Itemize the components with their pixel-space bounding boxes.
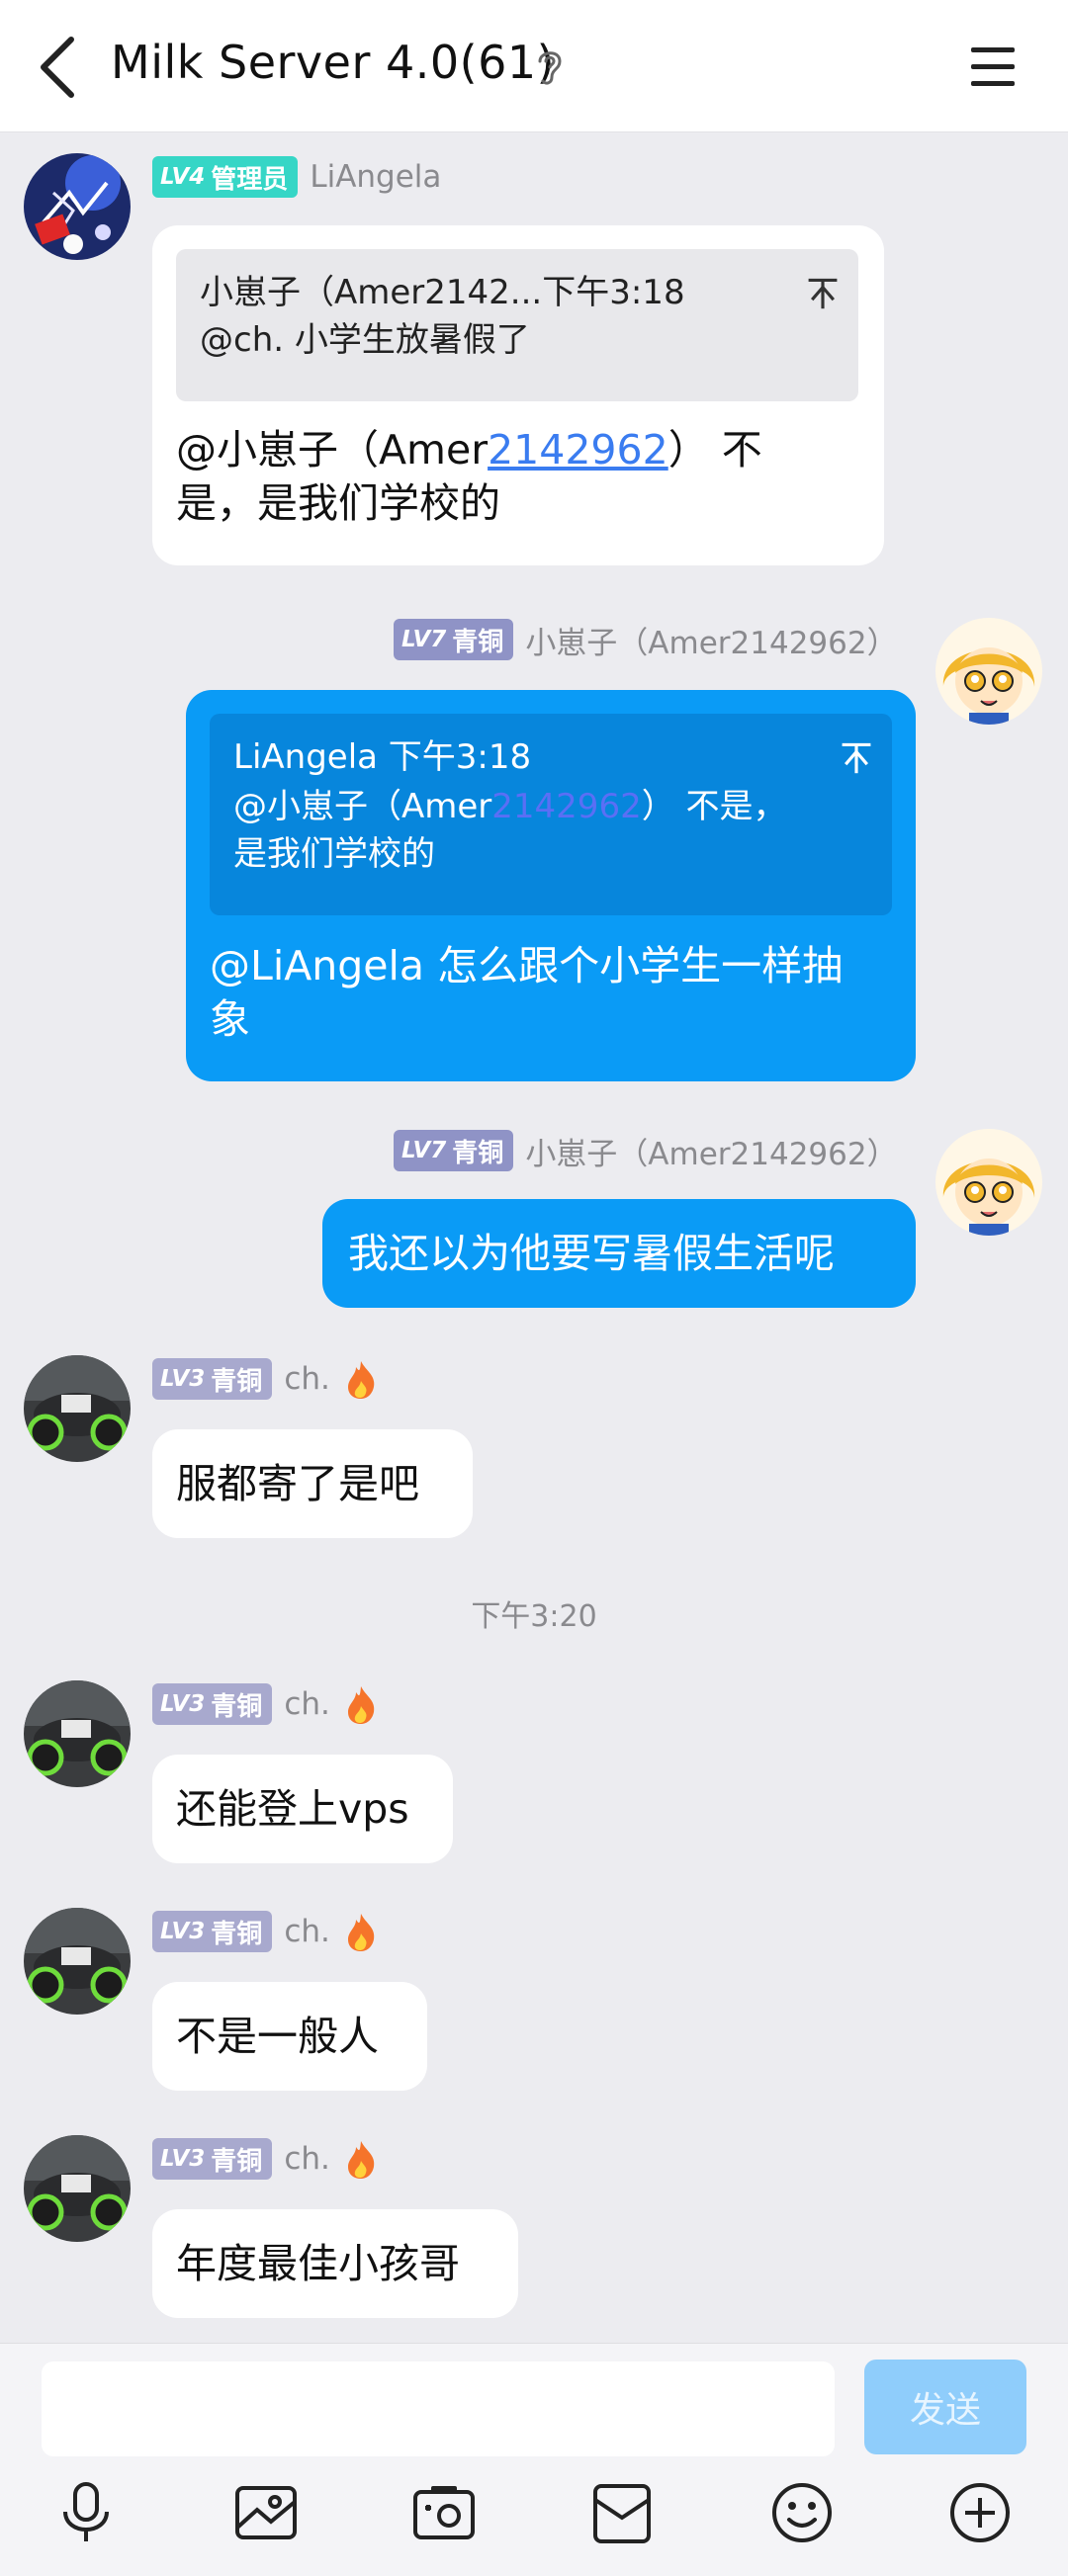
quote-sender-time: 小崽子（Amer2142...下午3:18	[200, 273, 685, 312]
level-badge: LV3 青铜	[152, 1358, 273, 1400]
level-badge: LV3 青铜	[152, 1911, 273, 1952]
send-button[interactable]: 发送	[864, 2360, 1026, 2454]
ear-icon[interactable]	[530, 45, 570, 89]
flame-icon	[347, 2141, 375, 2179]
avatar-self[interactable]	[935, 1129, 1042, 1236]
avatar-ch[interactable]	[24, 2135, 131, 2242]
message-text-line2: 是，是我们学校的	[176, 479, 500, 527]
message-text: 我还以为他要写暑假生活呢	[348, 1230, 835, 1277]
avatar-self[interactable]	[935, 618, 1042, 725]
sender-name[interactable]: ch.	[284, 2141, 330, 2177]
message-meta: LV3 青铜 ch.	[152, 2137, 378, 2181]
back-arrow-icon[interactable]	[28, 30, 87, 105]
image-icon[interactable]	[231, 2478, 301, 2547]
message-bubble[interactable]: 我还以为他要写暑假生活呢	[322, 1199, 916, 1308]
plus-icon[interactable]	[945, 2478, 1015, 2547]
sender-name[interactable]: 小崽子（Amer2142962）	[525, 1129, 897, 1173]
flame-icon	[347, 1361, 375, 1399]
sender-name[interactable]: LiAngela	[310, 159, 441, 195]
quote-sender-time: LiAngela 下午3:18	[233, 737, 532, 777]
message-text-line2: 象	[210, 995, 250, 1043]
mention-link[interactable]: 2142962	[491, 787, 641, 826]
chat-header: Milk Server 4.0(61)	[0, 0, 1068, 132]
quote-text-line2: 是我们学校的	[233, 834, 435, 874]
message-bubble[interactable]: 年度最佳小孩哥	[152, 2209, 518, 2318]
flame-icon	[347, 1914, 375, 1951]
avatar-ch[interactable]	[24, 1355, 131, 1462]
sender-name[interactable]: ch.	[284, 1914, 330, 1949]
level-badge: LV4 管理员	[152, 156, 299, 198]
avatar-ch[interactable]	[24, 1680, 131, 1787]
menu-icon[interactable]	[967, 40, 1021, 95]
message-meta: LV4 管理员 LiAngela	[152, 155, 441, 199]
message-text: @小崽子（Amer2142962） 不	[176, 426, 762, 473]
message-list[interactable]: LV4 管理员 LiAngela 小崽子（Amer2142...下午3:18 @…	[0, 133, 1068, 2343]
message-bubble[interactable]: 还能登上vps	[152, 1755, 453, 1863]
jump-to-quote-icon[interactable]	[805, 275, 841, 310]
message-input[interactable]	[42, 2361, 835, 2456]
message-text: 年度最佳小孩哥	[176, 2240, 460, 2287]
message-bubble[interactable]: 小崽子（Amer2142...下午3:18 @ch. 小学生放暑假了 @小崽子（…	[152, 225, 884, 565]
message-meta: LV3 青铜 ch.	[152, 1357, 378, 1401]
timestamp: 下午3:20	[471, 1599, 597, 1634]
flame-icon	[347, 1686, 375, 1724]
message-meta: LV7 青铜 小崽子（Amer2142962）	[394, 1129, 898, 1172]
microphone-icon[interactable]	[51, 2478, 121, 2547]
message-bubble[interactable]: LiAngela 下午3:18 @小崽子（Amer2142962） 不是， 是我…	[186, 690, 916, 1081]
message-text: @LiAngela 怎么跟个小学生一样抽	[210, 942, 844, 989]
quote-text: @小崽子（Amer2142962） 不是，	[233, 787, 787, 826]
chat-title[interactable]: Milk Server 4.0(61)	[111, 36, 555, 89]
sender-name[interactable]: ch.	[284, 1361, 330, 1397]
message-meta: LV7 青铜 小崽子（Amer2142962）	[394, 618, 898, 661]
message-bubble[interactable]: 不是一般人	[152, 1982, 427, 2091]
sender-name[interactable]: 小崽子（Amer2142962）	[525, 618, 897, 662]
message-meta: LV3 青铜 ch.	[152, 1682, 378, 1726]
quote-text: @ch. 小学生放暑假了	[200, 320, 530, 360]
level-badge: LV3 青铜	[152, 2138, 273, 2180]
sender-name[interactable]: ch.	[284, 1686, 330, 1722]
camera-icon[interactable]	[409, 2478, 479, 2547]
composer: 发送	[0, 2343, 1068, 2576]
file-icon[interactable]	[587, 2478, 657, 2547]
avatar-liangela[interactable]	[24, 153, 131, 260]
message-meta: LV3 青铜 ch.	[152, 1910, 378, 1953]
message-text: 服都寄了是吧	[176, 1460, 419, 1507]
quoted-message[interactable]: 小崽子（Amer2142...下午3:18 @ch. 小学生放暑假了	[176, 249, 858, 401]
mention-link[interactable]: 2142962	[488, 426, 668, 473]
quoted-message[interactable]: LiAngela 下午3:18 @小崽子（Amer2142962） 不是， 是我…	[210, 714, 892, 915]
avatar-ch[interactable]	[24, 1908, 131, 2015]
jump-to-quote-icon[interactable]	[839, 739, 874, 775]
level-badge: LV7 青铜	[394, 619, 514, 660]
level-badge: LV7 青铜	[394, 1130, 514, 1171]
message-text: 还能登上vps	[176, 1785, 409, 1833]
level-badge: LV3 青铜	[152, 1683, 273, 1725]
message-text: 不是一般人	[176, 2013, 379, 2060]
message-bubble[interactable]: 服都寄了是吧	[152, 1429, 473, 1538]
emoji-icon[interactable]	[767, 2478, 837, 2547]
